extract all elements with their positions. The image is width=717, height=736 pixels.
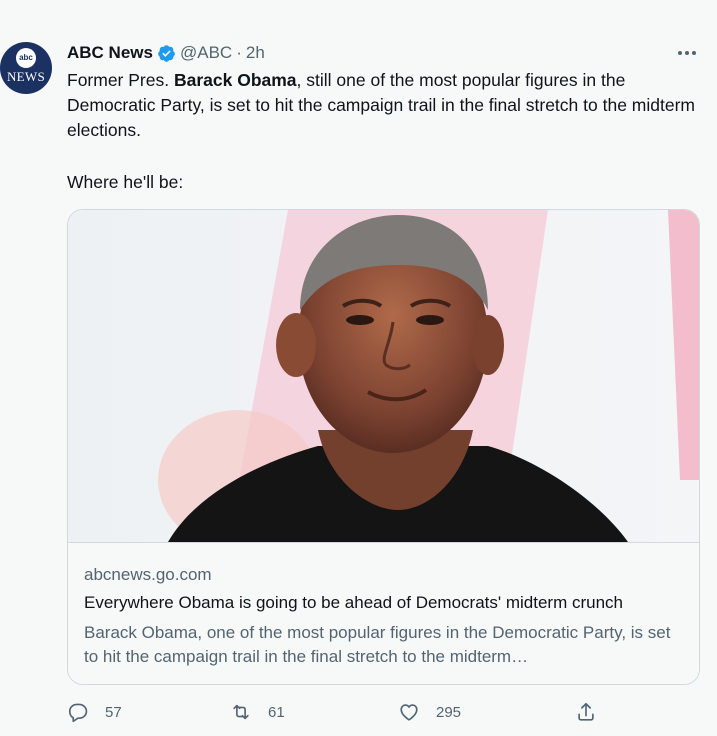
avatar-logo-text: NEWS: [6, 68, 46, 84]
reply-count: 57: [105, 703, 122, 721]
like-count: 295: [436, 703, 462, 721]
share-icon: [578, 702, 594, 721]
card-domain: abcnews.go.com: [84, 565, 212, 584]
reply-button[interactable]: 57: [67, 700, 122, 724]
tweet-text-prefix: Former Pres.: [67, 70, 174, 90]
separator-dot: ·: [236, 43, 242, 62]
card-image[interactable]: [68, 210, 699, 543]
retweet-button[interactable]: 61: [230, 700, 285, 724]
like-button[interactable]: 295: [398, 700, 461, 724]
tweet[interactable]: abc NEWS ABC News @ABC · 2h Former Pres.…: [0, 0, 717, 723]
avatar-logo-mark: abc: [16, 47, 36, 68]
share-button[interactable]: [575, 700, 613, 724]
retweet-icon: [233, 704, 249, 720]
card-title: Everywhere Obama is going to be ahead of…: [84, 593, 623, 612]
timestamp[interactable]: 2h: [246, 43, 265, 63]
link-card[interactable]: abcnews.go.com Everywhere Obama is going…: [67, 209, 700, 685]
verified-badge-icon: [158, 44, 175, 62]
like-icon: [400, 704, 418, 721]
tweet-actions: 57 61 295: [67, 700, 607, 724]
tweet-header: ABC News @ABC · 2h: [67, 42, 265, 64]
retweet-count: 61: [268, 703, 285, 721]
card-photo: [68, 210, 699, 542]
handle[interactable]: @ABC: [180, 43, 232, 63]
tweet-text: Former Pres. Barack Obama, still one of …: [67, 68, 707, 143]
card-meta[interactable]: abcnews.go.com Everywhere Obama is going…: [68, 543, 699, 684]
more-icon[interactable]: [672, 43, 702, 63]
avatar[interactable]: abc NEWS: [0, 42, 52, 94]
card-description: Barack Obama, one of the most popular fi…: [84, 623, 671, 666]
tweet-text-mention: Barack Obama: [173, 70, 297, 90]
reply-icon: [68, 703, 88, 723]
display-name[interactable]: ABC News: [67, 43, 153, 63]
tweet-text-line2: Where he'll be:: [67, 172, 184, 192]
